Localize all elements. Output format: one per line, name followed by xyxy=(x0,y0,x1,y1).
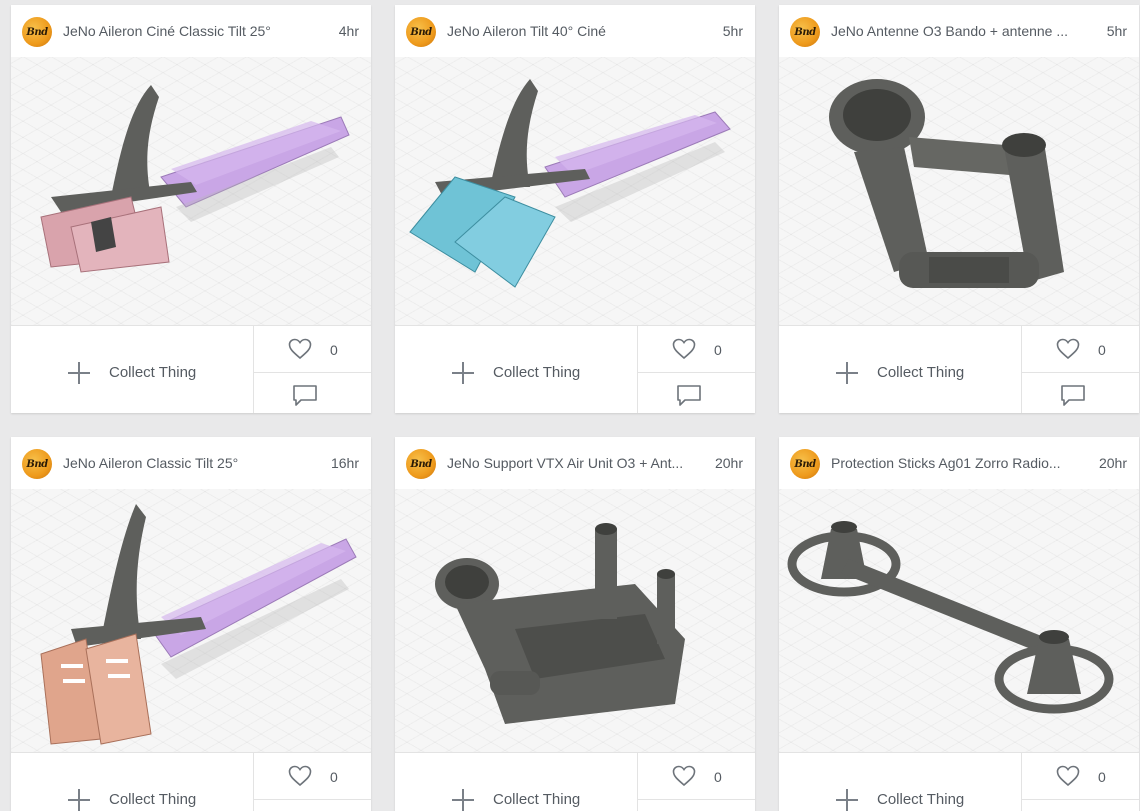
creator-avatar[interactable]: Bnd xyxy=(790,17,820,47)
card-header: Bnd JeNo Aileron Ciné Classic Tilt 25° 4… xyxy=(11,5,371,57)
card-header: Bnd JeNo Support VTX Air Unit O3 + Ant..… xyxy=(395,437,755,489)
like-button[interactable]: 0 xyxy=(637,326,755,373)
comment-button[interactable] xyxy=(637,373,755,413)
collect-thing-label: Collect Thing xyxy=(877,791,965,808)
thing-card[interactable]: Bnd JeNo Aileron Ciné Classic Tilt 25° 4… xyxy=(11,5,371,413)
collect-thing-button[interactable]: Collect Thing xyxy=(395,326,637,413)
like-button[interactable]: 0 xyxy=(1021,326,1139,373)
plus-icon xyxy=(836,789,858,811)
collect-thing-label: Collect Thing xyxy=(493,364,581,381)
collect-thing-label: Collect Thing xyxy=(877,364,965,381)
thing-image[interactable] xyxy=(779,489,1139,752)
collect-thing-button[interactable]: Collect Thing xyxy=(779,753,1021,811)
thing-image[interactable] xyxy=(779,57,1139,325)
collect-thing-label: Collect Thing xyxy=(109,791,197,808)
thing-age: 20hr xyxy=(714,455,743,471)
like-count: 0 xyxy=(330,342,338,358)
card-actions: Collect Thing 0 xyxy=(779,325,1139,413)
heart-icon xyxy=(288,338,312,360)
creator-avatar[interactable]: Bnd xyxy=(406,449,436,479)
plus-icon xyxy=(452,789,474,811)
plus-icon xyxy=(68,789,90,811)
comment-button[interactable] xyxy=(1021,800,1139,811)
collect-thing-label: Collect Thing xyxy=(109,364,197,381)
collect-thing-button[interactable]: Collect Thing xyxy=(395,753,637,811)
thing-title[interactable]: JeNo Aileron Ciné Classic Tilt 25° xyxy=(63,23,313,39)
thing-image[interactable] xyxy=(395,489,755,752)
thing-title[interactable]: Protection Sticks Ag01 Zorro Radio... xyxy=(831,455,1081,471)
like-count: 0 xyxy=(330,769,338,785)
thing-card[interactable]: Bnd Protection Sticks Ag01 Zorro Radio..… xyxy=(779,437,1139,811)
heart-icon xyxy=(672,338,696,360)
card-actions: Collect Thing 0 xyxy=(11,752,371,811)
thing-card[interactable]: Bnd JeNo Aileron Classic Tilt 25° 16hr C… xyxy=(11,437,371,811)
thing-age: 16hr xyxy=(330,455,359,471)
comment-icon xyxy=(293,385,317,406)
card-header: Bnd JeNo Aileron Tilt 40° Ciné 5hr xyxy=(395,5,755,57)
thing-title[interactable]: JeNo Aileron Tilt 40° Ciné xyxy=(447,23,697,39)
plus-icon xyxy=(452,362,474,384)
creator-avatar[interactable]: Bnd xyxy=(790,449,820,479)
arm-render xyxy=(409,79,731,288)
thing-age: 4hr xyxy=(338,23,359,39)
collect-thing-label: Collect Thing xyxy=(493,791,581,808)
card-actions: Collect Thing 0 xyxy=(779,752,1139,811)
thing-age: 5hr xyxy=(722,23,743,39)
thing-image[interactable] xyxy=(11,57,371,325)
collect-thing-button[interactable]: Collect Thing xyxy=(11,753,253,811)
comment-icon xyxy=(1061,385,1085,406)
comment-button[interactable] xyxy=(253,800,371,811)
vtx-support-render xyxy=(435,523,685,724)
thing-age: 5hr xyxy=(1106,23,1127,39)
stick-protector-render xyxy=(787,521,1114,714)
like-button[interactable]: 0 xyxy=(1021,753,1139,800)
like-count: 0 xyxy=(1098,769,1106,785)
thing-card[interactable]: Bnd JeNo Support VTX Air Unit O3 + Ant..… xyxy=(395,437,755,811)
creator-avatar[interactable]: Bnd xyxy=(22,449,52,479)
like-count: 0 xyxy=(714,769,722,785)
plus-icon xyxy=(68,362,90,384)
thing-age: 20hr xyxy=(1098,455,1127,471)
arm-render xyxy=(40,85,350,273)
comment-icon xyxy=(677,385,701,406)
comment-button[interactable] xyxy=(253,373,371,413)
like-button[interactable]: 0 xyxy=(253,753,371,800)
thing-image[interactable] xyxy=(395,57,755,325)
thing-card[interactable]: Bnd JeNo Antenne O3 Bando + antenne ... … xyxy=(779,5,1139,413)
heart-icon xyxy=(288,765,312,787)
collect-thing-button[interactable]: Collect Thing xyxy=(11,326,253,413)
comment-button[interactable] xyxy=(1021,373,1139,413)
thing-card[interactable]: Bnd JeNo Aileron Tilt 40° Ciné 5hr Colle… xyxy=(395,5,755,413)
collect-thing-button[interactable]: Collect Thing xyxy=(779,326,1021,413)
card-actions: Collect Thing 0 xyxy=(11,325,371,413)
card-header: Bnd JeNo Aileron Classic Tilt 25° 16hr xyxy=(11,437,371,489)
thing-title[interactable]: JeNo Support VTX Air Unit O3 + Ant... xyxy=(447,455,697,471)
card-header: Bnd JeNo Antenne O3 Bando + antenne ... … xyxy=(779,5,1139,57)
things-grid: Bnd JeNo Aileron Ciné Classic Tilt 25° 4… xyxy=(0,0,1140,811)
card-actions: Collect Thing 0 xyxy=(395,752,755,811)
heart-icon xyxy=(1056,765,1080,787)
like-button[interactable]: 0 xyxy=(637,753,755,800)
creator-avatar[interactable]: Bnd xyxy=(406,17,436,47)
creator-avatar[interactable]: Bnd xyxy=(22,17,52,47)
arm-render xyxy=(40,504,357,745)
comment-button[interactable] xyxy=(637,800,755,811)
like-button[interactable]: 0 xyxy=(253,326,371,373)
heart-icon xyxy=(1056,338,1080,360)
thing-title[interactable]: JeNo Aileron Classic Tilt 25° xyxy=(63,455,313,471)
plus-icon xyxy=(836,362,858,384)
like-count: 0 xyxy=(714,342,722,358)
antenna-mount-render xyxy=(829,79,1064,288)
thing-image[interactable] xyxy=(11,489,371,752)
heart-icon xyxy=(672,765,696,787)
card-header: Bnd Protection Sticks Ag01 Zorro Radio..… xyxy=(779,437,1139,489)
like-count: 0 xyxy=(1098,342,1106,358)
thing-title[interactable]: JeNo Antenne O3 Bando + antenne ... xyxy=(831,23,1081,39)
card-actions: Collect Thing 0 xyxy=(395,325,755,413)
